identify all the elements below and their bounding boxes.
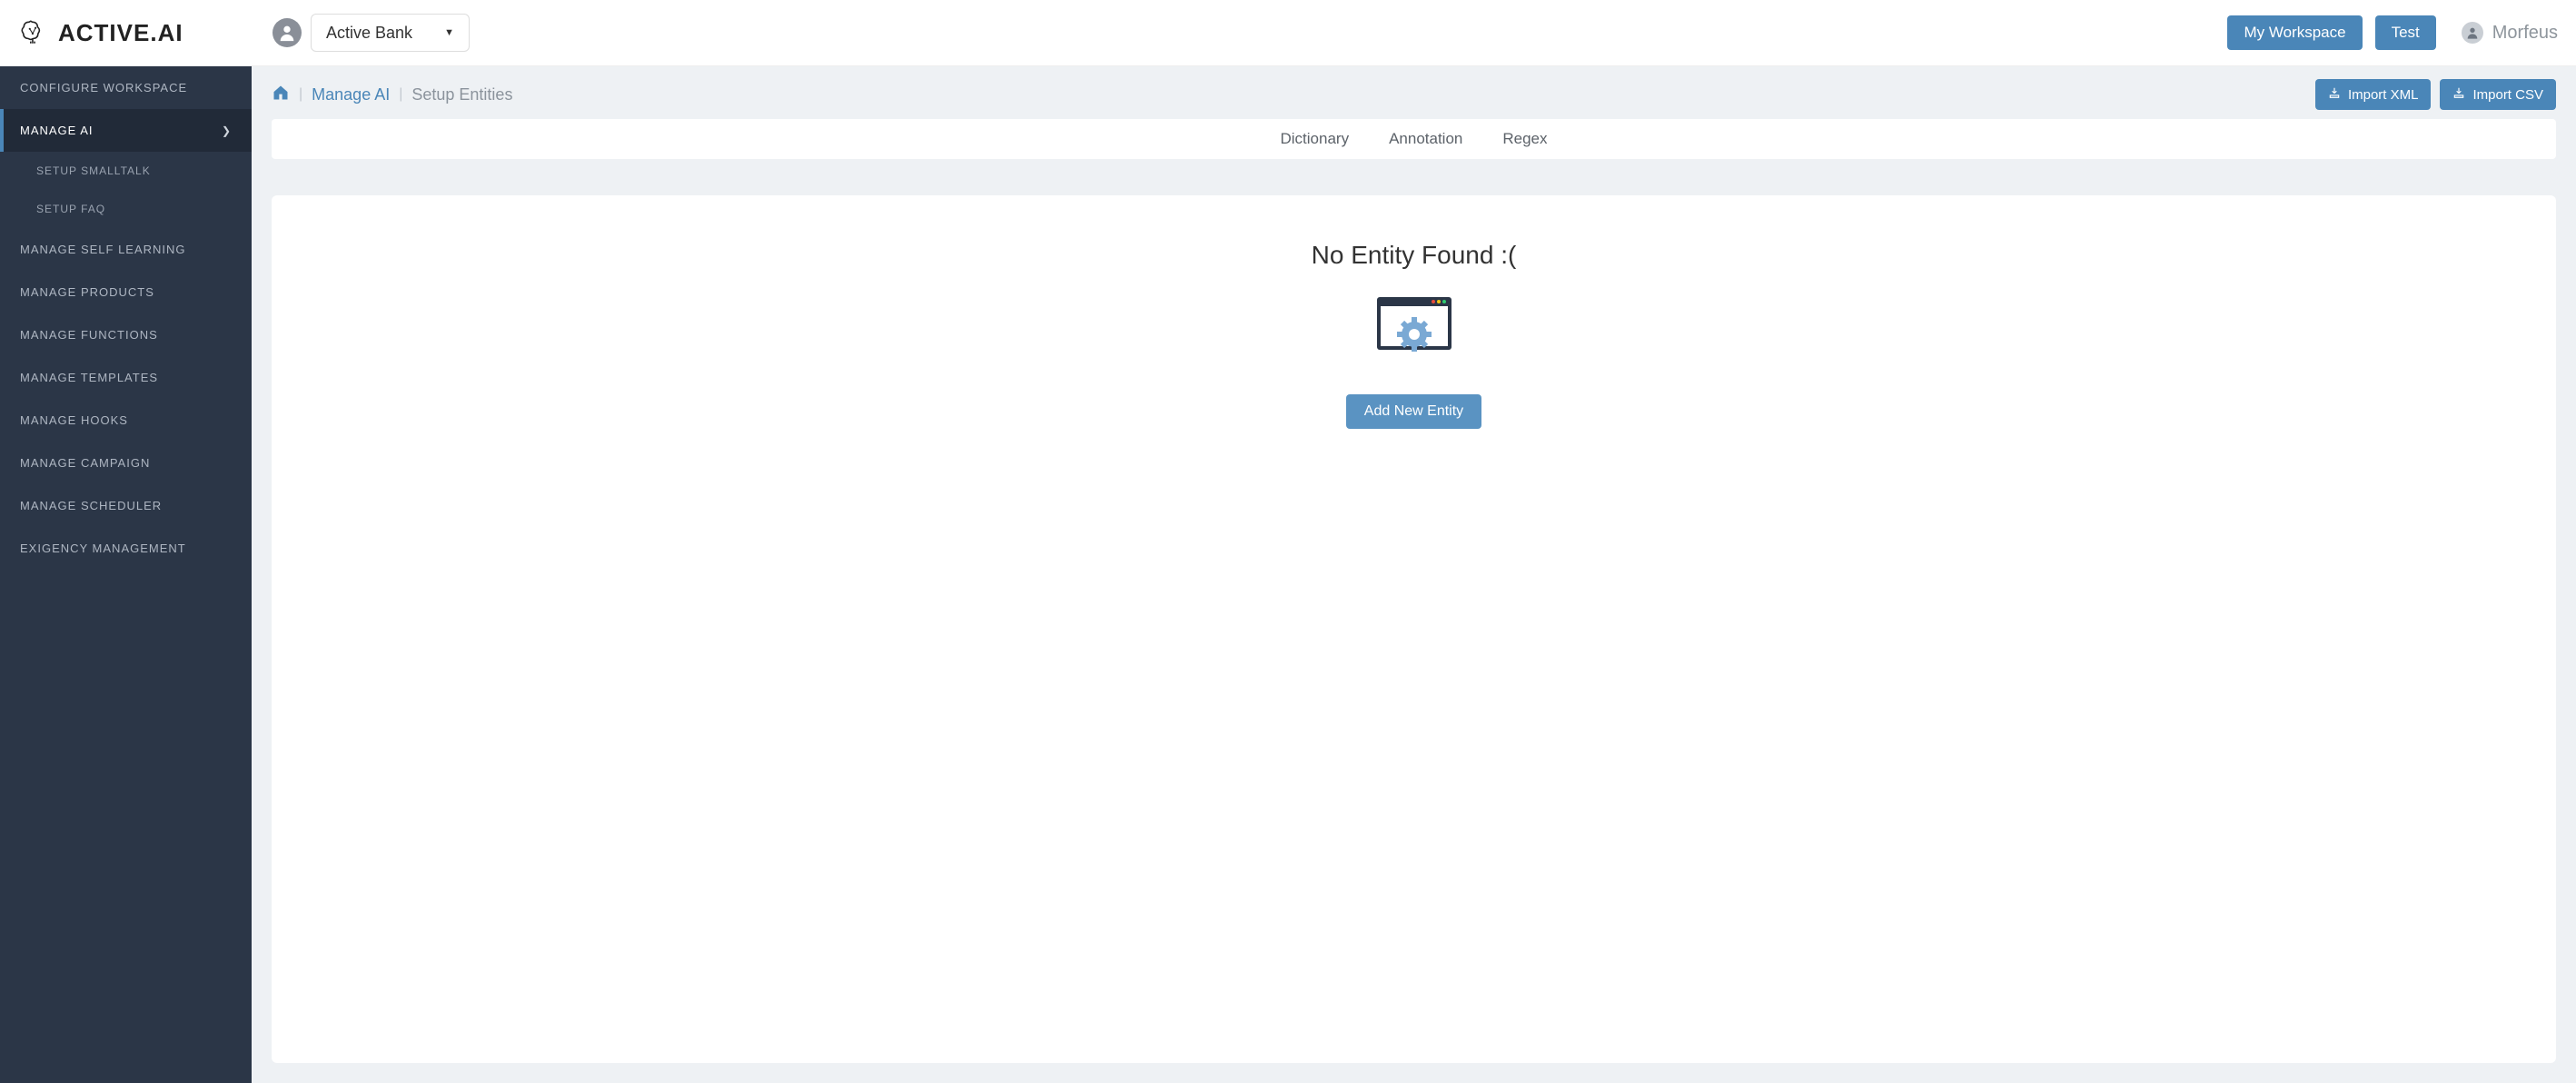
breadcrumb-row: | Manage AI | Setup Entities Import XML … — [252, 66, 2576, 119]
import-csv-button[interactable]: Import CSV — [2440, 79, 2556, 110]
sidebar: Configure Workspace Manage AI ❯ Setup Sm… — [0, 66, 252, 1083]
workspace-selector[interactable]: Active Bank ▼ — [311, 14, 470, 52]
sidebar-item-label: Exigency Management — [20, 542, 186, 555]
user-block[interactable]: Morfeus — [2462, 22, 2558, 44]
breadcrumb-link-manage-ai[interactable]: Manage AI — [312, 85, 390, 104]
logo-block: ACTIVE.AI — [18, 17, 272, 48]
sidebar-item-exigency-management[interactable]: Exigency Management — [0, 527, 252, 570]
tab-dictionary[interactable]: Dictionary — [1280, 130, 1349, 148]
download-icon — [2328, 86, 2341, 103]
sidebar-sub-setup-smalltalk[interactable]: Setup Smalltalk — [0, 152, 252, 190]
workspace-avatar-icon — [272, 18, 302, 47]
header: ACTIVE.AI Active Bank ▼ My Workspace Tes… — [0, 0, 2576, 66]
sidebar-item-label: Manage Self Learning — [20, 243, 186, 256]
empty-state-illustration-icon — [1373, 292, 1455, 369]
download-icon — [2452, 86, 2465, 103]
caret-down-icon: ▼ — [444, 27, 454, 38]
breadcrumb-separator: | — [399, 86, 402, 103]
import-xml-button[interactable]: Import XML — [2315, 79, 2432, 110]
sidebar-item-label: Manage AI — [20, 124, 94, 137]
workspace-selected-label: Active Bank — [326, 24, 412, 43]
chevron-right-icon: ❯ — [222, 124, 232, 137]
add-new-entity-button[interactable]: Add New Entity — [1346, 394, 1481, 429]
breadcrumb-separator: | — [299, 86, 302, 103]
tab-annotation[interactable]: Annotation — [1389, 130, 1462, 148]
import-xml-label: Import XML — [2348, 87, 2419, 103]
sidebar-item-label: Configure Workspace — [20, 81, 187, 94]
import-csv-label: Import CSV — [2472, 87, 2543, 103]
sidebar-item-manage-hooks[interactable]: Manage Hooks — [0, 399, 252, 442]
home-icon[interactable] — [272, 84, 290, 106]
sidebar-item-label: Manage Campaign — [20, 456, 150, 470]
main: | Manage AI | Setup Entities Import XML … — [252, 66, 2576, 1083]
tabs-card: Dictionary Annotation Regex — [272, 119, 2556, 159]
brain-logo-icon — [18, 17, 49, 48]
sidebar-item-label: Manage Functions — [20, 328, 158, 342]
sidebar-sub-label: Setup FAQ — [36, 203, 105, 215]
sidebar-sub-label: Setup Smalltalk — [36, 164, 151, 177]
sidebar-item-label: Manage Hooks — [20, 413, 128, 427]
sidebar-item-manage-templates[interactable]: Manage Templates — [0, 356, 252, 399]
sidebar-item-manage-products[interactable]: Manage Products — [0, 271, 252, 313]
sidebar-item-label: Manage Templates — [20, 371, 158, 384]
sidebar-item-manage-campaign[interactable]: Manage Campaign — [0, 442, 252, 484]
sidebar-item-manage-ai[interactable]: Manage AI ❯ — [0, 109, 252, 152]
test-button[interactable]: Test — [2375, 15, 2436, 50]
sidebar-sub-setup-faq[interactable]: Setup FAQ — [0, 190, 252, 228]
sidebar-item-label: Manage Products — [20, 285, 154, 299]
empty-state-title: No Entity Found :( — [1312, 241, 1517, 270]
breadcrumb-current: Setup Entities — [411, 85, 512, 104]
user-name: Morfeus — [2492, 23, 2558, 44]
sidebar-item-configure-workspace[interactable]: Configure Workspace — [0, 66, 252, 109]
user-avatar-icon — [2462, 22, 2483, 44]
sidebar-item-manage-self-learning[interactable]: Manage Self Learning — [0, 228, 252, 271]
content-card: No Entity Found :( — [272, 195, 2556, 1063]
logo-text: ACTIVE.AI — [58, 19, 183, 47]
sidebar-item-label: Manage Scheduler — [20, 499, 162, 512]
tab-regex[interactable]: Regex — [1502, 130, 1547, 148]
my-workspace-button[interactable]: My Workspace — [2227, 15, 2362, 50]
sidebar-item-manage-scheduler[interactable]: Manage Scheduler — [0, 484, 252, 527]
sidebar-item-manage-functions[interactable]: Manage Functions — [0, 313, 252, 356]
